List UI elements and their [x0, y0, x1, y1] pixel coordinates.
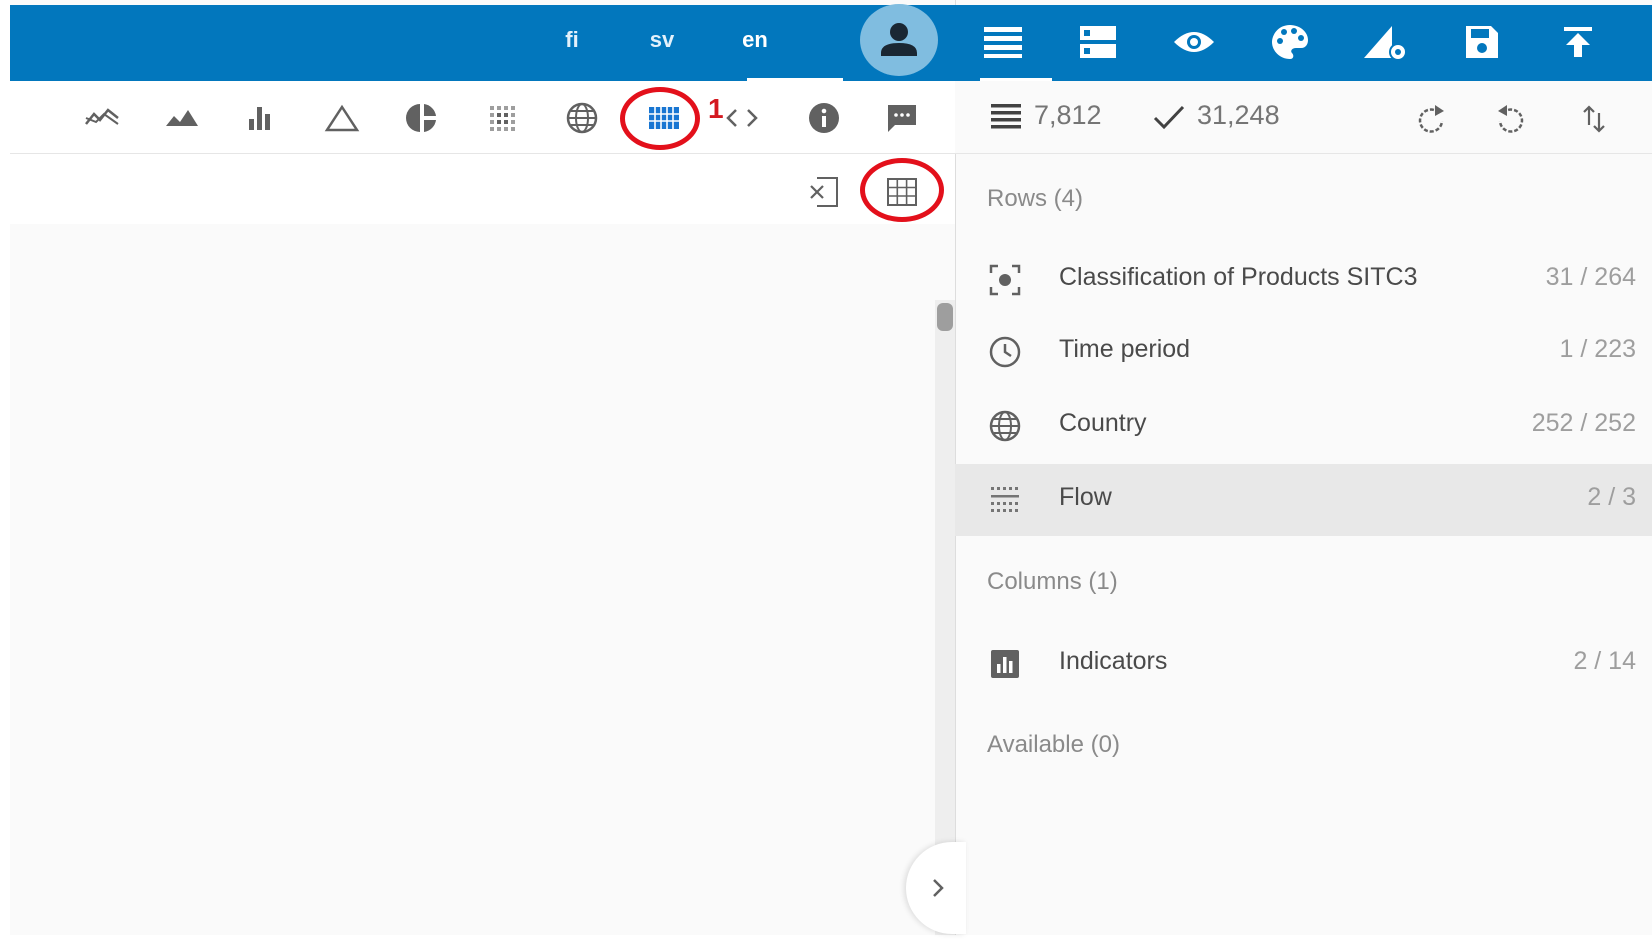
list-icon — [984, 27, 1022, 58]
dimension-row-flow[interactable]: Flow 2 / 3 — [955, 464, 1652, 536]
comment-icon — [888, 105, 916, 132]
embed-code-icon — [726, 109, 758, 127]
dimension-label: Time period — [1059, 335, 1191, 363]
dimensions-button[interactable] — [1070, 14, 1126, 70]
upload-icon — [1564, 27, 1592, 57]
globe-icon — [566, 102, 598, 134]
area-chart-button[interactable] — [160, 96, 204, 140]
rotate-right-button[interactable] — [1413, 101, 1449, 137]
chart-settings-button[interactable] — [1358, 14, 1414, 70]
dimension-count: 1 / 223 — [1559, 335, 1636, 363]
columns-section-title: Columns (1) — [987, 568, 1118, 595]
palette-button[interactable] — [1262, 14, 1318, 70]
scrollbar-thumb[interactable] — [937, 303, 953, 331]
rows-section-title: Rows (4) — [987, 185, 1084, 212]
chart-settings-icon — [1364, 26, 1407, 61]
dimension-row-classification[interactable]: Classification of Products SITC3 31 / 26… — [955, 244, 1652, 316]
line-chart-button[interactable] — [80, 96, 124, 140]
palette-icon — [1272, 25, 1308, 59]
bar-chart-icon — [249, 107, 270, 130]
triangle-chart-button[interactable] — [320, 96, 364, 140]
dimension-count: 31 / 264 — [1545, 263, 1636, 291]
dimension-label: Indicators — [1059, 647, 1168, 675]
map-button[interactable] — [560, 96, 604, 140]
dimension-count: 252 / 252 — [1531, 409, 1636, 437]
scrollbar[interactable] — [935, 300, 955, 935]
lang-fi-button[interactable]: fi — [527, 5, 617, 81]
rows-count-icon — [990, 101, 1022, 136]
selected-count: 31,248 — [1197, 100, 1280, 130]
available-section-title: Available (0) — [987, 731, 1120, 758]
lang-sv-button[interactable]: sv — [617, 5, 707, 81]
heatmap-icon — [490, 106, 515, 131]
upload-button[interactable] — [1550, 14, 1606, 70]
focus-icon — [987, 262, 1023, 298]
info-button[interactable] — [802, 96, 846, 140]
line-chart-icon — [85, 108, 119, 125]
comment-button[interactable] — [880, 96, 924, 140]
clock-icon — [987, 334, 1023, 370]
save-button[interactable] — [1454, 14, 1510, 70]
bar-chart-square-icon — [987, 646, 1023, 682]
dimension-label: Flow — [1059, 483, 1112, 511]
save-icon — [1466, 26, 1498, 58]
area-chart-icon — [166, 110, 198, 126]
user-icon — [881, 23, 917, 56]
dimension-label: Classification of Products SITC3 — [1059, 263, 1418, 291]
visibility-button[interactable] — [1166, 14, 1222, 70]
top-bar — [10, 5, 955, 81]
rotate-left-button[interactable] — [1493, 101, 1529, 137]
info-icon — [809, 103, 839, 133]
rows-count: 7,812 — [1034, 100, 1102, 130]
lang-en-button[interactable]: en — [710, 5, 800, 81]
sort-button[interactable] — [1576, 101, 1612, 137]
dimension-row-country[interactable]: Country 252 / 252 — [955, 390, 1652, 462]
export-excel-icon — [810, 177, 838, 207]
dimension-row-indicators[interactable]: Indicators 2 / 14 — [955, 628, 1652, 700]
sort-icon — [1583, 105, 1605, 133]
user-avatar-button[interactable] — [860, 4, 938, 76]
dimension-row-time-period[interactable]: Time period 1 / 223 — [955, 316, 1652, 388]
dimension-count: 2 / 14 — [1573, 647, 1636, 675]
triangle-icon — [324, 104, 360, 132]
dimensions-icon — [1080, 26, 1116, 58]
list-view-button[interactable] — [975, 14, 1031, 70]
annotation-circle-1 — [620, 87, 700, 150]
heatmap-button[interactable] — [480, 96, 524, 140]
check-icon — [1152, 102, 1186, 137]
rotate-right-icon — [1418, 105, 1444, 133]
embed-code-button[interactable] — [720, 96, 764, 140]
pie-chart-button[interactable] — [400, 96, 444, 140]
bar-chart-button[interactable] — [240, 96, 284, 140]
annotation-circle-2 — [860, 158, 944, 222]
rotate-left-icon — [1498, 105, 1524, 133]
dimension-count: 2 / 3 — [1587, 483, 1636, 511]
eye-icon — [1174, 32, 1214, 52]
chevron-right-icon — [933, 879, 944, 897]
collapse-panel-button[interactable] — [906, 842, 966, 934]
dimension-label: Country — [1059, 409, 1147, 437]
pie-chart-icon — [406, 104, 436, 132]
export-excel-button[interactable] — [802, 170, 846, 214]
globe-icon — [987, 408, 1023, 444]
dotted-grid-icon — [987, 482, 1023, 518]
